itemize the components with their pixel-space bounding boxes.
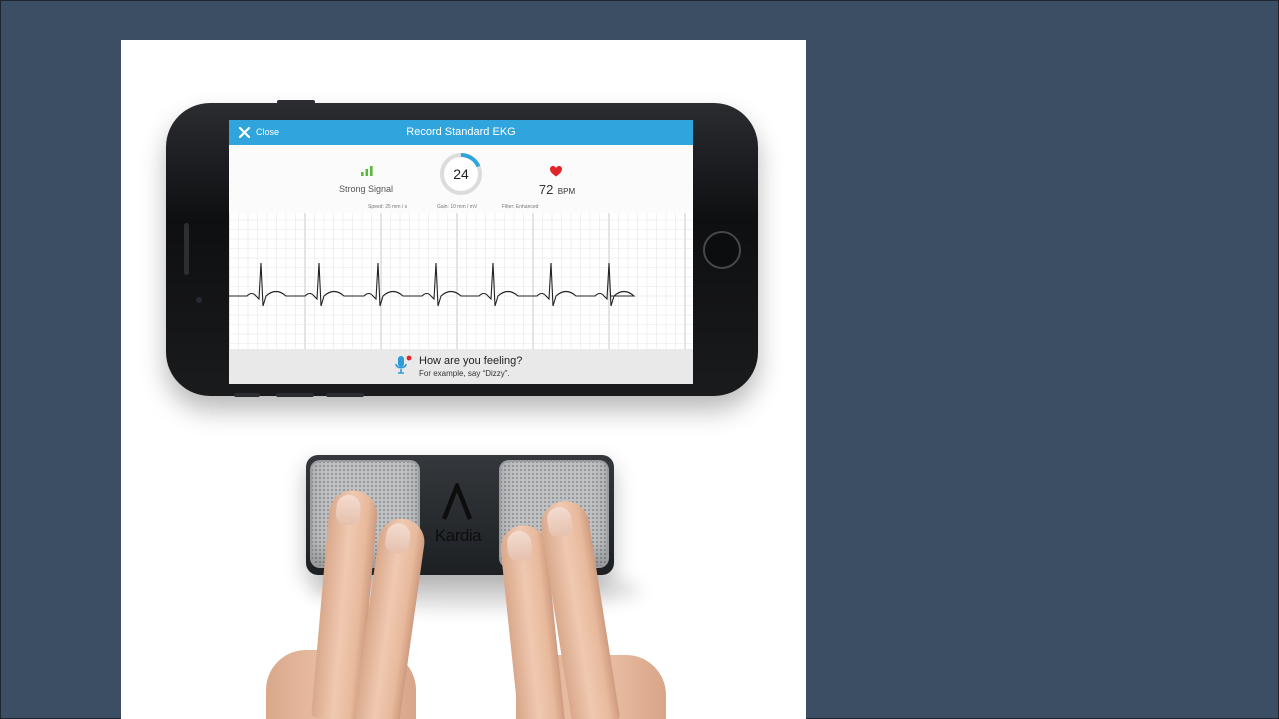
prompt-question: How are you feeling? [419, 355, 523, 367]
earpiece-speaker [184, 223, 189, 275]
speed-setting: Speed: 25 mm / s [368, 204, 408, 210]
ekg-strip [229, 201, 693, 349]
home-button[interactable] [703, 231, 741, 269]
heart-icon [550, 166, 562, 177]
signal-label: Strong Signal [338, 184, 394, 194]
side-button [326, 393, 364, 397]
fingernail [545, 505, 574, 539]
volume-button [277, 100, 315, 104]
fingernail [505, 529, 533, 563]
heart-rate-value: 72 [538, 182, 554, 197]
signal-bars-icon [361, 166, 373, 176]
fingernail [383, 521, 412, 555]
app-top-bar: Close Record Standard EKG [229, 120, 693, 145]
kardia-logo-icon [441, 483, 473, 520]
smartphone: Close Record Standard EKG Strong Signal … [166, 100, 758, 397]
countdown-value: 24 [453, 166, 469, 182]
screen-title: Record Standard EKG [406, 126, 516, 138]
ekg-background [229, 201, 693, 349]
status-row: Strong Signal 24 72 BPM [229, 145, 693, 201]
fingernail [335, 493, 362, 526]
side-button [234, 393, 260, 397]
product-photo: Close Record Standard EKG Strong Signal … [121, 40, 806, 719]
microphone-icon[interactable] [393, 355, 413, 377]
gain-setting: Gain: 10 mm / mV [437, 204, 478, 210]
heart-rate: 72 BPM [527, 181, 587, 199]
front-camera [196, 297, 202, 303]
side-button [276, 393, 314, 397]
recording-parameters: Speed: 25 mm / s Gain: 10 mm / mV Filter… [229, 201, 693, 213]
voice-prompt: How are you feeling? For example, say “D… [229, 349, 693, 384]
device-brand: Kardia [434, 526, 482, 545]
app-screen: Close Record Standard EKG Strong Signal … [229, 120, 693, 384]
filter-setting: Filter: Enhanced [502, 204, 539, 210]
prompt-hint: For example, say “Dizzy”. [419, 369, 510, 378]
heart-rate-unit: BPM [557, 187, 576, 196]
